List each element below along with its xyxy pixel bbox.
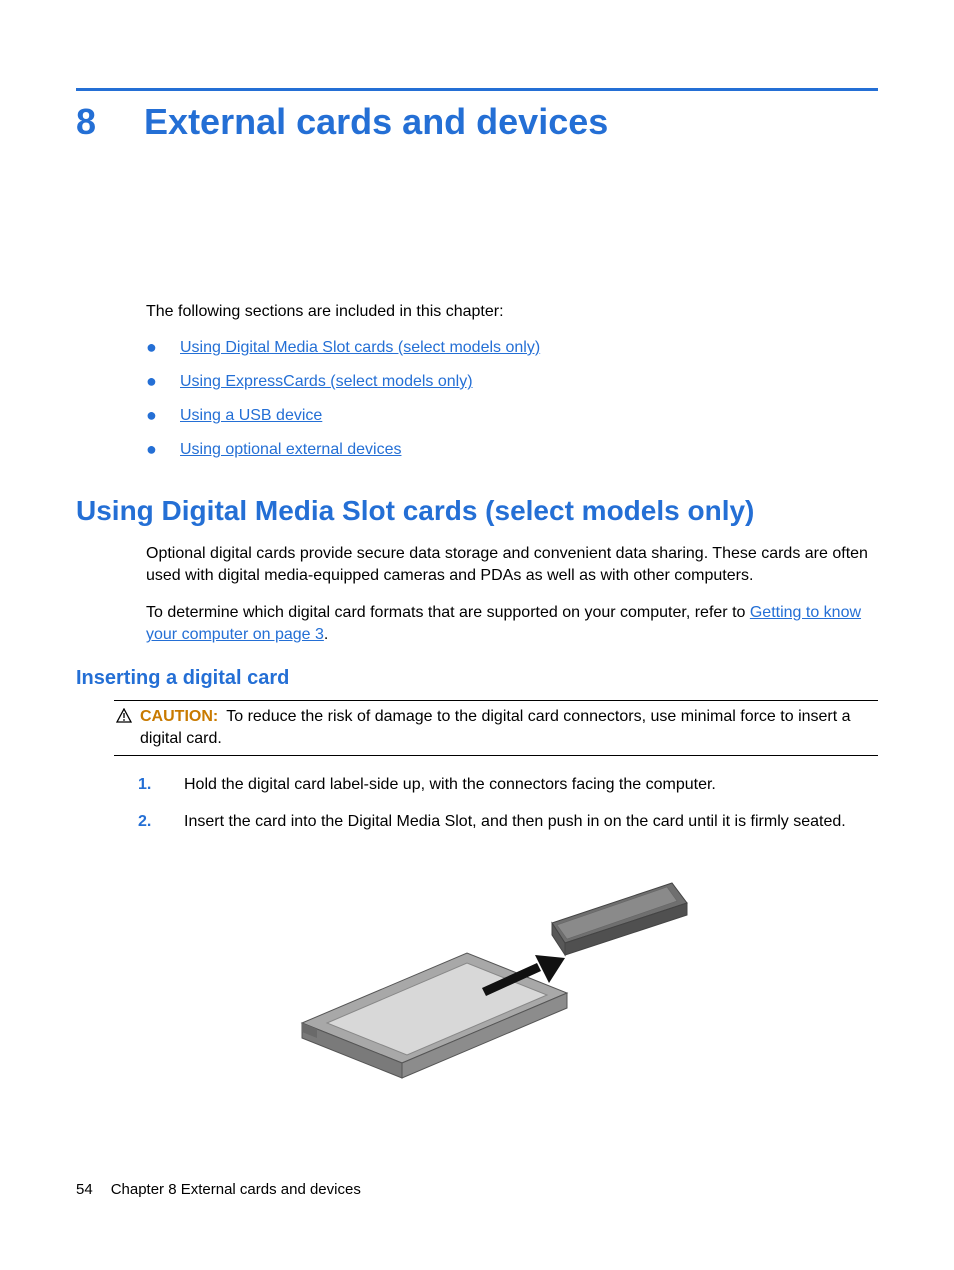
chapter-title-text: External cards and devices [144, 101, 608, 143]
toc-item: ● Using ExpressCards (select models only… [146, 373, 878, 391]
toc-item: ● Using a USB device [146, 407, 878, 425]
step-number: 2. [138, 811, 184, 833]
bullet-icon: ● [146, 407, 180, 423]
bullet-icon: ● [146, 373, 180, 389]
section-body: Optional digital cards provide secure da… [146, 543, 878, 647]
toc-link[interactable]: Using a USB device [180, 407, 322, 425]
chapter-title: 8 External cards and devices [76, 101, 878, 143]
toc-link[interactable]: Using Digital Media Slot cards (select m… [180, 339, 540, 357]
bullet-icon: ● [146, 339, 180, 355]
step-text: Insert the card into the Digital Media S… [184, 811, 846, 833]
body-paragraph: Optional digital cards provide secure da… [146, 543, 878, 588]
body-paragraph: To determine which digital card formats … [146, 602, 878, 647]
page-footer: 54 Chapter 8 External cards and devices [76, 1181, 361, 1198]
steps-list: 1. Hold the digital card label-side up, … [138, 774, 878, 833]
para-suffix: . [324, 626, 328, 643]
toc-item: ● Using optional external devices [146, 441, 878, 459]
footer-chapter-label: Chapter 8 External cards and devices [111, 1181, 361, 1198]
caution-icon [116, 708, 132, 730]
toc-link[interactable]: Using optional external devices [180, 441, 401, 459]
step-number: 1. [138, 774, 184, 796]
para-prefix: To determine which digital card formats … [146, 604, 750, 621]
chapter-rule [76, 88, 878, 91]
step-item: 1. Hold the digital card label-side up, … [138, 774, 878, 796]
bullet-icon: ● [146, 441, 180, 457]
caution-label: CAUTION: [140, 708, 218, 725]
toc-list: ● Using Digital Media Slot cards (select… [146, 339, 878, 459]
insert-card-illustration [76, 863, 878, 1123]
caution-box: CAUTION:To reduce the risk of damage to … [114, 700, 878, 757]
chapter-number: 8 [76, 101, 96, 143]
page-number: 54 [76, 1181, 93, 1198]
step-text: Hold the digital card label-side up, wit… [184, 774, 716, 796]
section-heading: Using Digital Media Slot cards (select m… [76, 495, 878, 527]
caution-text: To reduce the risk of damage to the digi… [140, 708, 851, 747]
toc-link[interactable]: Using ExpressCards (select models only) [180, 373, 473, 391]
subsection-heading: Inserting a digital card [76, 667, 878, 690]
caution-content: CAUTION:To reduce the risk of damage to … [140, 706, 876, 751]
step-item: 2. Insert the card into the Digital Medi… [138, 811, 878, 833]
toc-item: ● Using Digital Media Slot cards (select… [146, 339, 878, 357]
intro-text: The following sections are included in t… [146, 303, 878, 321]
